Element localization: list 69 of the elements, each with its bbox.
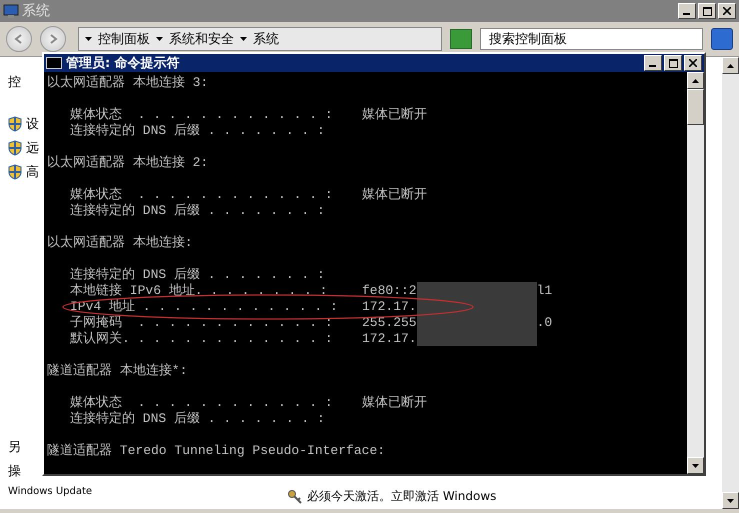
adapter-heading: 隧道适配器 本地连接*:: [47, 362, 188, 379]
caret-icon: [85, 37, 92, 41]
scroll-down-button[interactable]: [722, 492, 739, 509]
field-value: 媒体已断开: [362, 394, 427, 411]
back-button[interactable]: [6, 26, 32, 52]
field-label: 默认网关. . . . . . . . . . . . . :: [70, 330, 334, 347]
sidebar-text: 操: [8, 463, 21, 480]
caret-icon: [240, 37, 247, 41]
field-value: l1: [536, 282, 552, 298]
shield-icon: [8, 164, 22, 180]
close-icon: [689, 59, 697, 67]
field-label: 子网掩码 . . . . . . . . . . . . :: [70, 314, 334, 331]
field-label: 本地链接 IPv6 地址. . . . . . . . :: [70, 282, 328, 299]
up-arrow-icon: [727, 64, 734, 68]
adapter-heading: 隧道适配器 Teredo Tunneling Pseudo-Interface:: [47, 442, 386, 459]
down-arrow-icon: [727, 499, 734, 503]
maximize-icon: [668, 58, 678, 68]
scroll-thumb[interactable]: [687, 89, 704, 125]
breadcrumb[interactable]: 控制面板: [98, 30, 150, 48]
close-button[interactable]: [718, 3, 736, 19]
breadcrumb[interactable]: 系统和安全: [169, 30, 234, 48]
field-value: fe80::2: [362, 282, 417, 298]
adapter-heading: 以太网适配器 本地连接:: [47, 234, 193, 251]
caret-icon: [156, 37, 163, 41]
sidebar-link[interactable]: 远: [26, 139, 39, 157]
maximize-icon: [702, 6, 712, 16]
sidebar-text: 另: [8, 439, 21, 456]
adapter-heading: 以太网适配器 本地连接 2:: [47, 154, 208, 171]
field-label: 媒体状态 . . . . . . . . . . . . :: [70, 186, 334, 203]
field-label: 连接特定的 DNS 后缀 . . . . . . . :: [70, 266, 326, 283]
field-label: 连接特定的 DNS 后缀 . . . . . . . :: [70, 122, 326, 139]
close-icon: [723, 7, 731, 15]
search-field[interactable]: 搜索控制面板: [480, 28, 703, 50]
activation-link[interactable]: 必须今天激活。立即激活 Windows: [287, 488, 496, 505]
close-button[interactable]: [684, 55, 702, 71]
down-arrow-icon: [692, 464, 699, 468]
field-label: 媒体状态 . . . . . . . . . . . . :: [70, 106, 334, 123]
field-label: 连接特定的 DNS 后缀 . . . . . . . :: [70, 410, 326, 427]
computer-icon: [3, 3, 19, 19]
key-icon: [287, 488, 303, 504]
field-value: .0: [536, 314, 552, 330]
field-value: 255.255: [362, 314, 417, 330]
shield-icon: [8, 116, 22, 132]
scroll-down-button[interactable]: [687, 457, 704, 474]
sidebar-link[interactable]: 高: [26, 163, 39, 181]
forward-button[interactable]: [40, 26, 66, 52]
console-icon: [46, 57, 62, 69]
sidebar-text: 控: [8, 74, 21, 91]
address-bar[interactable]: 控制面板 系统和安全 系统: [78, 27, 442, 51]
maximize-button[interactable]: [698, 3, 716, 19]
scroll-up-button[interactable]: [722, 57, 739, 74]
minimize-button[interactable]: [678, 3, 696, 19]
breadcrumb[interactable]: 系统: [253, 30, 279, 48]
field-label: 媒体状态 . . . . . . . . . . . . :: [70, 394, 334, 411]
field-value: 媒体已断开: [362, 106, 427, 123]
field-value: 172.17.: [362, 298, 417, 314]
field-value: 172.17.: [362, 330, 417, 346]
sidebar-link[interactable]: 设: [26, 115, 39, 133]
window-title: 系统: [22, 2, 50, 20]
sidebar-text: Windows Update: [8, 486, 92, 497]
adapter-heading: 以太网适配器 本地连接 3:: [47, 74, 208, 91]
scroll-up-button[interactable]: [687, 72, 704, 89]
field-value: 媒体已断开: [362, 186, 427, 203]
minimize-button[interactable]: [644, 55, 662, 71]
window-title: 管理员: 命令提示符: [66, 55, 180, 72]
shield-icon: [8, 140, 22, 156]
maximize-button[interactable]: [664, 55, 682, 71]
up-arrow-icon: [692, 79, 699, 83]
field-label: 连接特定的 DNS 后缀 . . . . . . . :: [70, 202, 326, 219]
